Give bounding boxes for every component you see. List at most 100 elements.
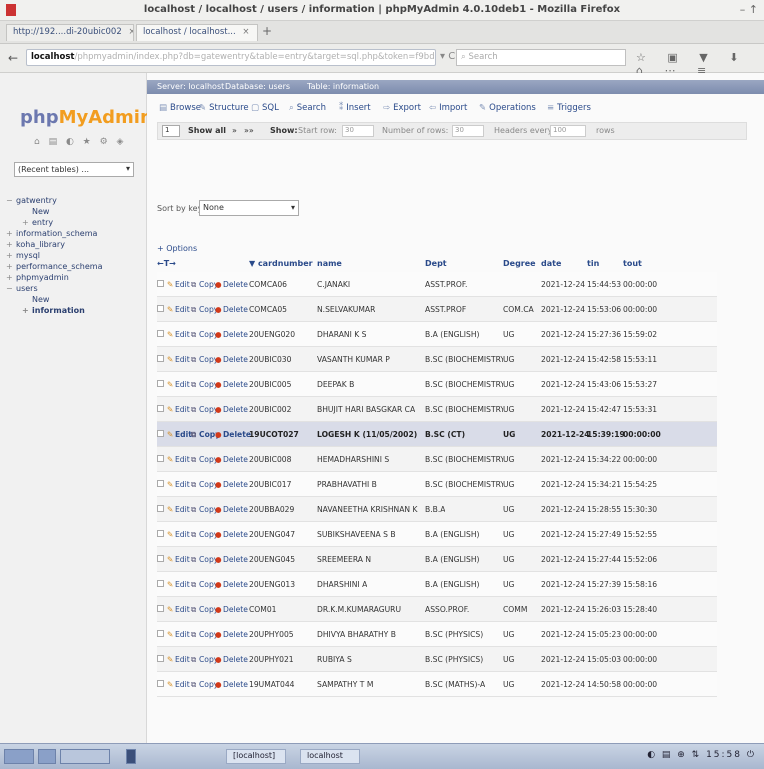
tab-browse[interactable]: ▤ Browse: [159, 103, 201, 113]
copy-icon[interactable]: ⧉: [191, 330, 196, 340]
collapse-icon[interactable]: −: [6, 283, 16, 294]
delete-icon[interactable]: ●: [215, 405, 222, 414]
last-page-button[interactable]: »»: [244, 126, 254, 135]
options-link[interactable]: + Options: [157, 244, 197, 253]
expand-icon[interactable]: +: [22, 305, 32, 316]
sidebar-quick-icons[interactable]: ⌂ ▤ ◐ ★ ⚙ ◈: [34, 137, 126, 147]
pencil-icon[interactable]: ✎: [167, 305, 173, 314]
breadcrumb-table[interactable]: Table: information: [307, 82, 379, 91]
system-tray[interactable]: ◐ ▤ ⊕ ⇅ 15:58 ⏻: [647, 750, 756, 760]
tab-operations[interactable]: ✎ Operations: [479, 103, 536, 113]
table-row[interactable]: ✎ Edit ⧉ Copy ● Delete 20UENG013 DHARSHINI A B.A…: [157, 572, 717, 597]
delete-link[interactable]: Delete: [223, 505, 248, 514]
row-checkbox[interactable]: [157, 655, 164, 662]
edit-link[interactable]: Edit: [175, 630, 190, 639]
table-row[interactable]: ✎ Edit ⧉ Copy ● Delete COMCA05 N.SELVAKUMAR ASST…: [157, 297, 717, 322]
copy-icon[interactable]: ⧉: [191, 655, 196, 665]
column-cardnumber[interactable]: ▼ cardnumber: [249, 259, 313, 268]
start-row-input[interactable]: 30: [342, 125, 374, 137]
column-tout[interactable]: tout: [623, 259, 642, 268]
pencil-icon[interactable]: ✎: [167, 455, 173, 464]
copy-icon[interactable]: ⧉: [191, 605, 196, 615]
tree-item-new[interactable]: New: [6, 294, 146, 305]
row-checkbox[interactable]: [157, 505, 164, 512]
search-input[interactable]: ⌕ Search: [456, 49, 626, 66]
delete-icon[interactable]: ●: [215, 305, 222, 314]
row-checkbox[interactable]: [157, 555, 164, 562]
next-page-button[interactable]: »: [232, 126, 237, 135]
edit-link[interactable]: Edit: [175, 530, 190, 539]
row-checkbox[interactable]: [157, 680, 164, 687]
copy-icon[interactable]: ⧉: [191, 630, 196, 640]
edit-link[interactable]: Edit: [175, 455, 190, 464]
copy-icon[interactable]: ⧉: [191, 305, 196, 315]
edit-link[interactable]: Edit: [175, 480, 190, 489]
delete-icon[interactable]: ●: [215, 680, 222, 689]
edit-link[interactable]: Edit: [175, 430, 192, 439]
delete-icon[interactable]: ●: [215, 380, 222, 389]
reload-icon[interactable]: ▾ C: [440, 51, 455, 62]
tree-item-information-schema[interactable]: + information_schema: [6, 228, 146, 239]
breadcrumb-server[interactable]: Server: localhost: [157, 82, 224, 91]
new-tab-button[interactable]: +: [262, 24, 272, 38]
row-checkbox[interactable]: [157, 605, 164, 612]
copy-icon[interactable]: ⧉: [191, 580, 196, 590]
pencil-icon[interactable]: ✎: [167, 555, 173, 564]
table-row[interactable]: ✎ Edit ⧉ Copy ● Delete 20UBIC005 DEEPAK B B.SC (…: [157, 372, 717, 397]
delete-icon[interactable]: ●: [215, 605, 222, 614]
rows-input[interactable]: 30: [452, 125, 484, 137]
expand-icon[interactable]: +: [6, 250, 16, 261]
page-select[interactable]: 1: [162, 125, 180, 137]
row-checkbox[interactable]: [157, 405, 164, 412]
pencil-icon[interactable]: ✎: [167, 280, 173, 289]
copy-icon[interactable]: ⧉: [191, 480, 196, 490]
pencil-icon[interactable]: ✎: [167, 505, 173, 514]
column-tin[interactable]: tin: [587, 259, 599, 268]
browser-tab-2[interactable]: localhost / localhost... ×: [136, 24, 258, 41]
edit-link[interactable]: Edit: [175, 605, 190, 614]
delete-icon[interactable]: ●: [215, 430, 222, 439]
delete-link[interactable]: Delete: [223, 605, 248, 614]
tree-item-mysql[interactable]: + mysql: [6, 250, 146, 261]
pencil-icon[interactable]: ✎: [167, 680, 173, 689]
row-checkbox[interactable]: [157, 580, 164, 587]
pencil-icon[interactable]: ✎: [167, 405, 173, 414]
edit-link[interactable]: Edit: [175, 305, 190, 314]
table-row[interactable]: ✎ Edit ⧉ Copy ● Delete 20UENG020 DHARANI K S B.A…: [157, 322, 717, 347]
copy-icon[interactable]: ⧉: [191, 530, 196, 540]
row-checkbox[interactable]: [157, 280, 164, 287]
delete-link[interactable]: Delete: [223, 630, 248, 639]
collapse-icon[interactable]: −: [6, 195, 16, 206]
table-row[interactable]: ✎ Edit ⧉ Copy ● Delete 20UBBA029 NAVANEETHA KRI…: [157, 497, 717, 522]
delete-icon[interactable]: ●: [215, 330, 222, 339]
expand-icon[interactable]: +: [6, 272, 16, 283]
tree-item-entry[interactable]: + entry: [6, 217, 146, 228]
table-row[interactable]: ✎ Edit ⧉ Copy ● Delete 20UBIC002 BHUJIT HARI BA…: [157, 397, 717, 422]
delete-icon[interactable]: ●: [215, 655, 222, 664]
delete-link[interactable]: Delete: [223, 430, 251, 439]
pencil-icon[interactable]: ✎: [167, 430, 173, 439]
sort-by-key-select[interactable]: None ▾: [199, 200, 299, 216]
tab-export[interactable]: ⇨ Export: [383, 103, 421, 113]
delete-link[interactable]: Delete: [223, 555, 248, 564]
column-date[interactable]: date: [541, 259, 561, 268]
table-row[interactable]: ✎ Edit ⧉ Copy ● Delete 19UMAT044 SAMPATHY T M B.…: [157, 672, 717, 697]
table-row[interactable]: ✎ Edit ⧉ Copy ● Delete 19UCOT027 LOGESH K (11/0…: [157, 422, 717, 447]
close-tab-icon[interactable]: ×: [242, 27, 249, 37]
table-row[interactable]: ✎ Edit ⧉ Copy ● Delete COM01 DR.K.M.KUMARAGURU A…: [157, 597, 717, 622]
show-all-button[interactable]: Show all: [188, 126, 226, 135]
row-checkbox[interactable]: [157, 455, 164, 462]
delete-link[interactable]: Delete: [223, 355, 248, 364]
row-checkbox[interactable]: [157, 380, 164, 387]
breadcrumb-database[interactable]: Database: users: [225, 82, 290, 91]
window-controls[interactable]: – ↑: [740, 3, 758, 16]
start-menu-button[interactable]: [4, 749, 34, 764]
expand-icon[interactable]: +: [6, 239, 16, 250]
pencil-icon[interactable]: ✎: [167, 355, 173, 364]
pencil-icon[interactable]: ✎: [167, 380, 173, 389]
expand-icon[interactable]: +: [6, 261, 16, 272]
table-row[interactable]: ✎ Edit ⧉ Copy ● Delete 20UBIC030 VASANTH KUMAR …: [157, 347, 717, 372]
quicklaunch-icon[interactable]: [38, 749, 56, 764]
delete-icon[interactable]: ●: [215, 455, 222, 464]
table-row[interactable]: ✎ Edit ⧉ Copy ● Delete 20UPHY005 DHIVYA BHARATH…: [157, 622, 717, 647]
